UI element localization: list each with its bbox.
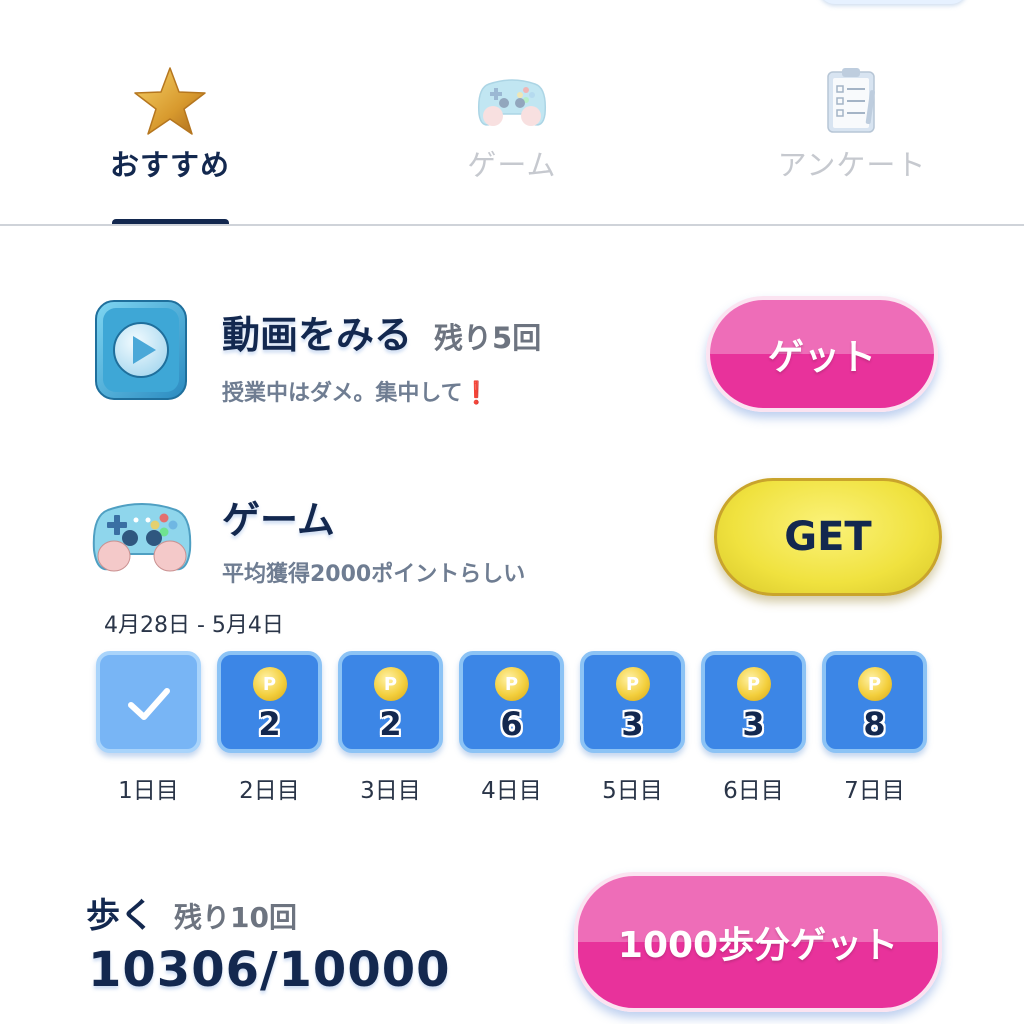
- coin-icon: P: [373, 667, 408, 701]
- video-remaining: 残り5回: [434, 321, 542, 355]
- game-get-button-label: GET: [784, 514, 872, 560]
- coin-icon: P: [615, 667, 650, 701]
- day-label-6: 6日目: [723, 778, 784, 804]
- coin-icon: P: [736, 667, 771, 701]
- tab-divider: [0, 224, 1024, 226]
- coin-icon: P: [857, 667, 892, 701]
- day-label-2: 2日目: [239, 778, 300, 804]
- walk-get-button-label: 1000歩分ゲット: [617, 925, 899, 966]
- clipboard-icon: [742, 60, 962, 142]
- coin-icon: P: [252, 667, 287, 701]
- day-label-4: 4日目: [481, 778, 542, 804]
- tab-label: ゲーム: [467, 148, 557, 182]
- tab-recommended[interactable]: おすすめ: [60, 60, 280, 184]
- day-points: 2: [379, 705, 402, 743]
- gamepad-icon: [88, 492, 196, 582]
- tab-label: アンケート: [777, 148, 927, 182]
- exclamation-icon: ❗: [462, 381, 491, 406]
- walk-title: 歩く: [86, 896, 154, 936]
- video-get-button-label: ゲット: [767, 337, 876, 378]
- week-range: 4月28日 - 5月4日: [104, 613, 284, 638]
- video-subtitle-row: 授業中はダメ。集中して❗: [222, 375, 490, 407]
- day-points: 6: [500, 705, 523, 743]
- top-partial-button[interactable]: [818, 0, 968, 4]
- walk-get-button[interactable]: 1000歩分ゲット: [574, 872, 942, 1012]
- tab-game[interactable]: ゲーム: [402, 60, 622, 184]
- day-label-7: 7日目: [844, 778, 905, 804]
- day-points: 3: [742, 705, 765, 743]
- walk-remaining: 残り10回: [174, 901, 297, 934]
- game-title: ゲーム: [222, 498, 335, 542]
- day-box-6[interactable]: P 3: [701, 651, 806, 753]
- day-box-7[interactable]: P 8: [822, 651, 927, 753]
- tab-label: おすすめ: [109, 148, 230, 182]
- video-get-button[interactable]: ゲット: [706, 296, 938, 412]
- walk-step-count: 10306/10000: [88, 942, 451, 998]
- game-get-button[interactable]: GET: [714, 478, 942, 596]
- day-box-4[interactable]: P 6: [459, 651, 564, 753]
- video-title: 動画をみる: [222, 313, 413, 357]
- day-label-5: 5日目: [602, 778, 663, 804]
- game-subtitle: 平均獲得2000ポイントらしい: [222, 562, 526, 587]
- day-label-1: 1日目: [118, 778, 179, 804]
- coin-icon: P: [494, 667, 529, 701]
- gamepad-icon: [402, 60, 622, 142]
- video-subtitle: 授業中はダメ。集中して: [222, 381, 463, 406]
- star-icon: [60, 60, 280, 142]
- day-label-3: 3日目: [360, 778, 421, 804]
- walk-title-row: 歩く 残り10回: [86, 888, 297, 937]
- checkmark-icon: [100, 677, 197, 733]
- day-points: 3: [621, 705, 644, 743]
- day-box-3[interactable]: P 2: [338, 651, 443, 753]
- play-icon: [94, 297, 188, 407]
- day-points: 8: [863, 705, 886, 743]
- day-box-1[interactable]: [96, 651, 201, 753]
- day-box-5[interactable]: P 3: [580, 651, 685, 753]
- day-box-2[interactable]: P 2: [217, 651, 322, 753]
- video-title-row: 動画をみる 残り5回: [222, 304, 541, 359]
- tab-survey[interactable]: アンケート: [742, 60, 962, 184]
- day-points: 2: [258, 705, 281, 743]
